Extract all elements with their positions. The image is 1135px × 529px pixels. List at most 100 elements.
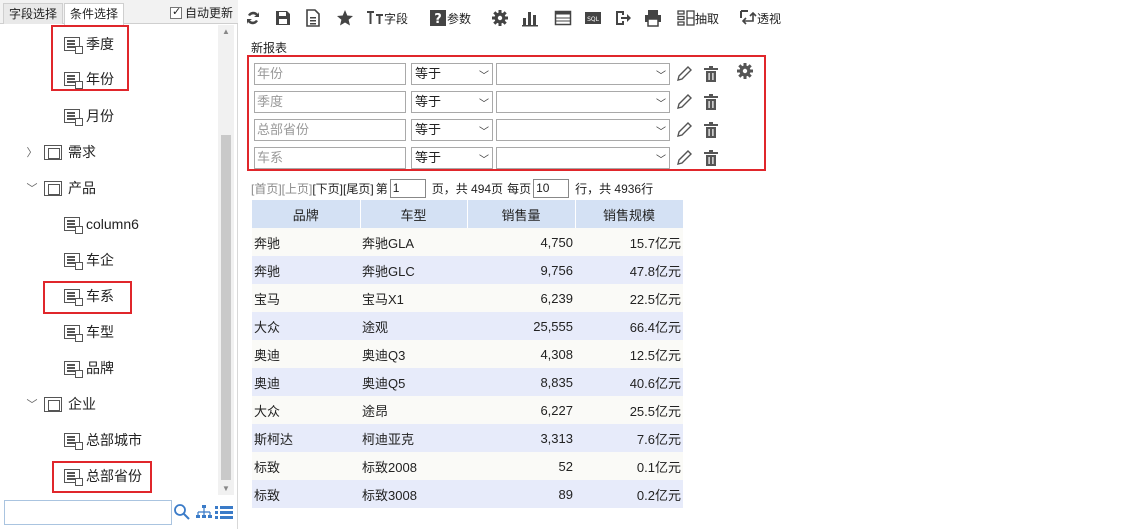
column-header-model[interactable]: 车型 — [360, 200, 468, 228]
tree-group-product[interactable]: ﹀ 产品 — [26, 177, 97, 199]
panel-tabs: 字段选择 条件选择 自动更新 — [0, 0, 238, 25]
settings-button[interactable] — [491, 6, 509, 30]
pivot-button[interactable]: 透视 — [739, 6, 781, 30]
sql-button[interactable]: SQL — [584, 6, 602, 30]
chevron-down-icon: ﹀ — [656, 127, 666, 138]
param-button[interactable]: ? 参数 — [429, 6, 471, 30]
table-cell: 奔驰GLA — [360, 228, 467, 256]
tree-group-enterprise[interactable]: ﹀ 企业 — [26, 393, 97, 415]
highlight-box-hq-province — [52, 461, 152, 493]
table-cell: 6,227 — [467, 396, 575, 424]
table-cell: 大众 — [252, 396, 360, 424]
scrollbar-thumb[interactable] — [221, 135, 231, 480]
tree-item-model[interactable]: 车型 — [64, 321, 114, 343]
tree-scrollbar[interactable]: ▲ ▼ — [218, 25, 234, 495]
tree-item-hq-city[interactable]: 总部城市 — [64, 429, 142, 451]
page-number-input[interactable]: 1 — [389, 178, 426, 198]
next-page-link[interactable]: [下页] — [312, 180, 343, 197]
chevron-down-icon[interactable]: ﹀ — [26, 396, 38, 412]
filter-settings-gear-icon[interactable] — [736, 62, 754, 80]
auto-update-toggle[interactable]: 自动更新 — [170, 4, 233, 21]
highlight-box-series — [43, 281, 132, 314]
refresh-button[interactable] — [244, 6, 262, 30]
pencil-icon[interactable] — [675, 65, 693, 83]
pivot-button-label: 透视 — [757, 11, 782, 26]
filter-operator-select[interactable]: 等于 ﹀ — [411, 63, 493, 85]
filter-value-select[interactable]: ﹀ — [496, 63, 670, 85]
save-as-button[interactable] — [304, 6, 322, 30]
filter-operator-select[interactable]: 等于 ﹀ — [411, 147, 493, 169]
filter-operator-select[interactable]: 等于 ﹀ — [411, 91, 493, 113]
tree-group-demand[interactable]: 〉 需求 — [26, 141, 97, 163]
field-button[interactable]: 字段 — [366, 6, 408, 30]
table-cell: 25.5亿元 — [575, 396, 683, 424]
column-header-sales-volume[interactable]: 销售量 — [467, 200, 576, 228]
tab-condition-select[interactable]: 条件选择 — [64, 3, 125, 25]
table-row[interactable]: 奥迪 奥迪Q5 8,835 40.6亿元 — [252, 368, 683, 396]
table-cell: 斯柯达 — [252, 424, 360, 452]
pencil-icon[interactable] — [675, 149, 693, 167]
chevron-down-icon: ﹀ — [479, 99, 489, 110]
filter-field-input[interactable]: 年份 — [254, 63, 406, 85]
filter-field-input[interactable]: 总部省份 — [254, 119, 406, 141]
extract-button[interactable]: 抽取 — [677, 6, 719, 30]
scroll-down-icon[interactable]: ▼ — [222, 484, 230, 493]
column-header-sales-scale[interactable]: 销售规模 — [575, 200, 684, 228]
table-row[interactable]: 奔驰 奔驰GLC 9,756 47.8亿元 — [252, 256, 683, 284]
scroll-up-icon[interactable]: ▲ — [222, 27, 230, 36]
table-button[interactable] — [554, 6, 572, 30]
field-icon — [64, 109, 83, 126]
trash-icon[interactable] — [703, 65, 719, 83]
report-title: 新报表 — [251, 41, 288, 55]
auto-update-checkbox[interactable] — [170, 5, 182, 19]
per-page-input[interactable]: 10 — [533, 178, 570, 198]
search-icon[interactable] — [173, 503, 191, 521]
export-button[interactable] — [614, 6, 632, 30]
favorite-button[interactable] — [336, 6, 354, 30]
save-button[interactable] — [274, 6, 292, 30]
tab-field-select[interactable]: 字段选择 — [3, 3, 64, 24]
tree-item-month[interactable]: 月份 — [64, 105, 114, 127]
column-header-brand[interactable]: 品牌 — [252, 200, 361, 228]
pencil-icon[interactable] — [675, 93, 693, 111]
filter-value-select[interactable]: ﹀ — [496, 119, 670, 141]
table-row[interactable]: 奥迪 奥迪Q3 4,308 12.5亿元 — [252, 340, 683, 368]
chart-icon — [522, 12, 538, 27]
chevron-down-icon[interactable]: ﹀ — [26, 180, 38, 196]
trash-icon[interactable] — [703, 149, 719, 167]
table-row[interactable]: 标致 标致2008 52 0.1亿元 — [252, 452, 683, 480]
operator-label: 等于 — [415, 150, 442, 165]
last-page-link[interactable]: [尾页] — [343, 180, 374, 197]
trash-icon[interactable] — [703, 93, 719, 111]
filter-value-select[interactable]: ﹀ — [496, 91, 670, 113]
field-icon — [64, 433, 83, 450]
filter-value-select[interactable]: ﹀ — [496, 147, 670, 169]
field-search-input[interactable] — [4, 500, 172, 525]
export-icon — [616, 11, 631, 25]
table-row[interactable]: 大众 途观 25,555 66.4亿元 — [252, 312, 683, 340]
tree-item-automaker[interactable]: 车企 — [64, 249, 114, 271]
filter-operator-select[interactable]: 等于 ﹀ — [411, 119, 493, 141]
table-row[interactable]: 大众 途昂 6,227 25.5亿元 — [252, 396, 683, 424]
chevron-right-icon[interactable]: 〉 — [26, 144, 38, 160]
tree-view-icon[interactable] — [196, 505, 212, 519]
chevron-down-icon: ﹀ — [656, 71, 666, 82]
pencil-icon[interactable] — [675, 121, 693, 139]
chart-button[interactable] — [521, 6, 539, 30]
print-button[interactable] — [644, 6, 662, 30]
table-row[interactable]: 标致 标致3008 89 0.2亿元 — [252, 480, 683, 508]
prev-page-link[interactable]: [上页] — [282, 180, 313, 197]
field-icon — [64, 361, 83, 378]
first-page-link[interactable]: [首页] — [251, 180, 282, 197]
tree-item-brand[interactable]: 品牌 — [64, 357, 114, 379]
table-row[interactable]: 奔驰 奔驰GLA 4,750 15.7亿元 — [252, 228, 683, 256]
filter-field-input[interactable]: 季度 — [254, 91, 406, 113]
table-row[interactable]: 宝马 宝马X1 6,239 22.5亿元 — [252, 284, 683, 312]
filter-field-input[interactable]: 车系 — [254, 147, 406, 169]
list-view-icon[interactable] — [215, 505, 233, 519]
highlight-box-quarter-year — [51, 25, 129, 91]
trash-icon[interactable] — [703, 121, 719, 139]
table-row[interactable]: 斯柯达 柯迪亚克 3,313 7.6亿元 — [252, 424, 683, 452]
tree-item-column6[interactable]: column6 — [64, 213, 139, 235]
left-panel: 字段选择 条件选择 自动更新 季度 年份 月份 〉 需 — [0, 0, 238, 529]
